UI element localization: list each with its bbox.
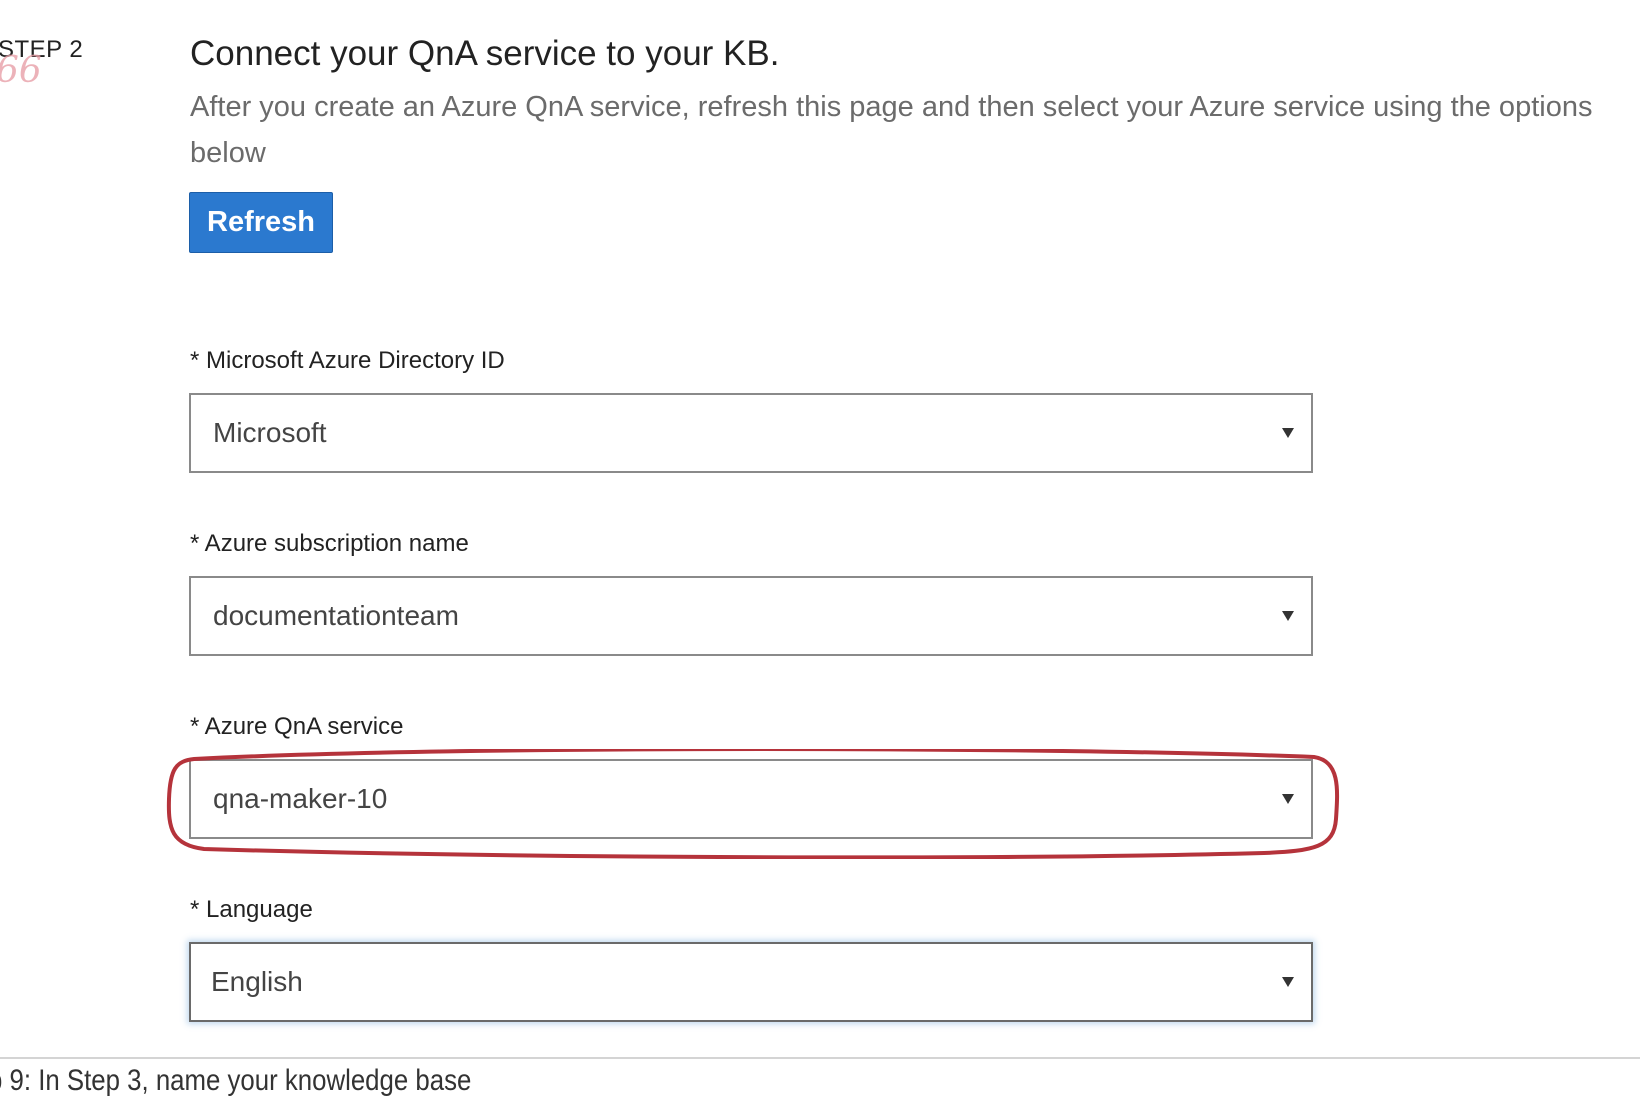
subscription-name-value: documentationteam: [213, 600, 459, 631]
page: STEP 2 66 Connect your QnA service to yo…: [0, 0, 1640, 1096]
qna-service-label: * Azure QnA service: [190, 713, 404, 740]
chevron-down-icon: [1281, 423, 1295, 443]
qna-service-select[interactable]: qna-maker-10: [189, 759, 1313, 839]
page-title: Connect your QnA service to your KB.: [190, 34, 780, 73]
language-value: English: [211, 966, 303, 997]
language-label: * Language: [190, 896, 313, 923]
subscription-name-select[interactable]: documentationteam: [189, 576, 1313, 656]
chevron-down-icon: [1281, 606, 1295, 626]
divider: [0, 1057, 1640, 1059]
qna-service-value: qna-maker-10: [213, 783, 388, 814]
page-description: After you create an Azure QnA service, r…: [190, 91, 1593, 169]
figure-caption: p 9: In Step 3, name your knowledge base: [0, 1064, 472, 1096]
step-watermark: 66: [0, 50, 42, 91]
directory-id-select[interactable]: Microsoft: [189, 393, 1313, 473]
chevron-down-icon: [1281, 972, 1295, 992]
chevron-down-icon: [1281, 789, 1295, 809]
refresh-button[interactable]: Refresh: [189, 192, 333, 253]
subscription-name-label: * Azure subscription name: [190, 530, 469, 557]
directory-id-label: * Microsoft Azure Directory ID: [190, 347, 505, 374]
language-select[interactable]: English: [189, 942, 1313, 1022]
directory-id-value: Microsoft: [213, 417, 327, 448]
